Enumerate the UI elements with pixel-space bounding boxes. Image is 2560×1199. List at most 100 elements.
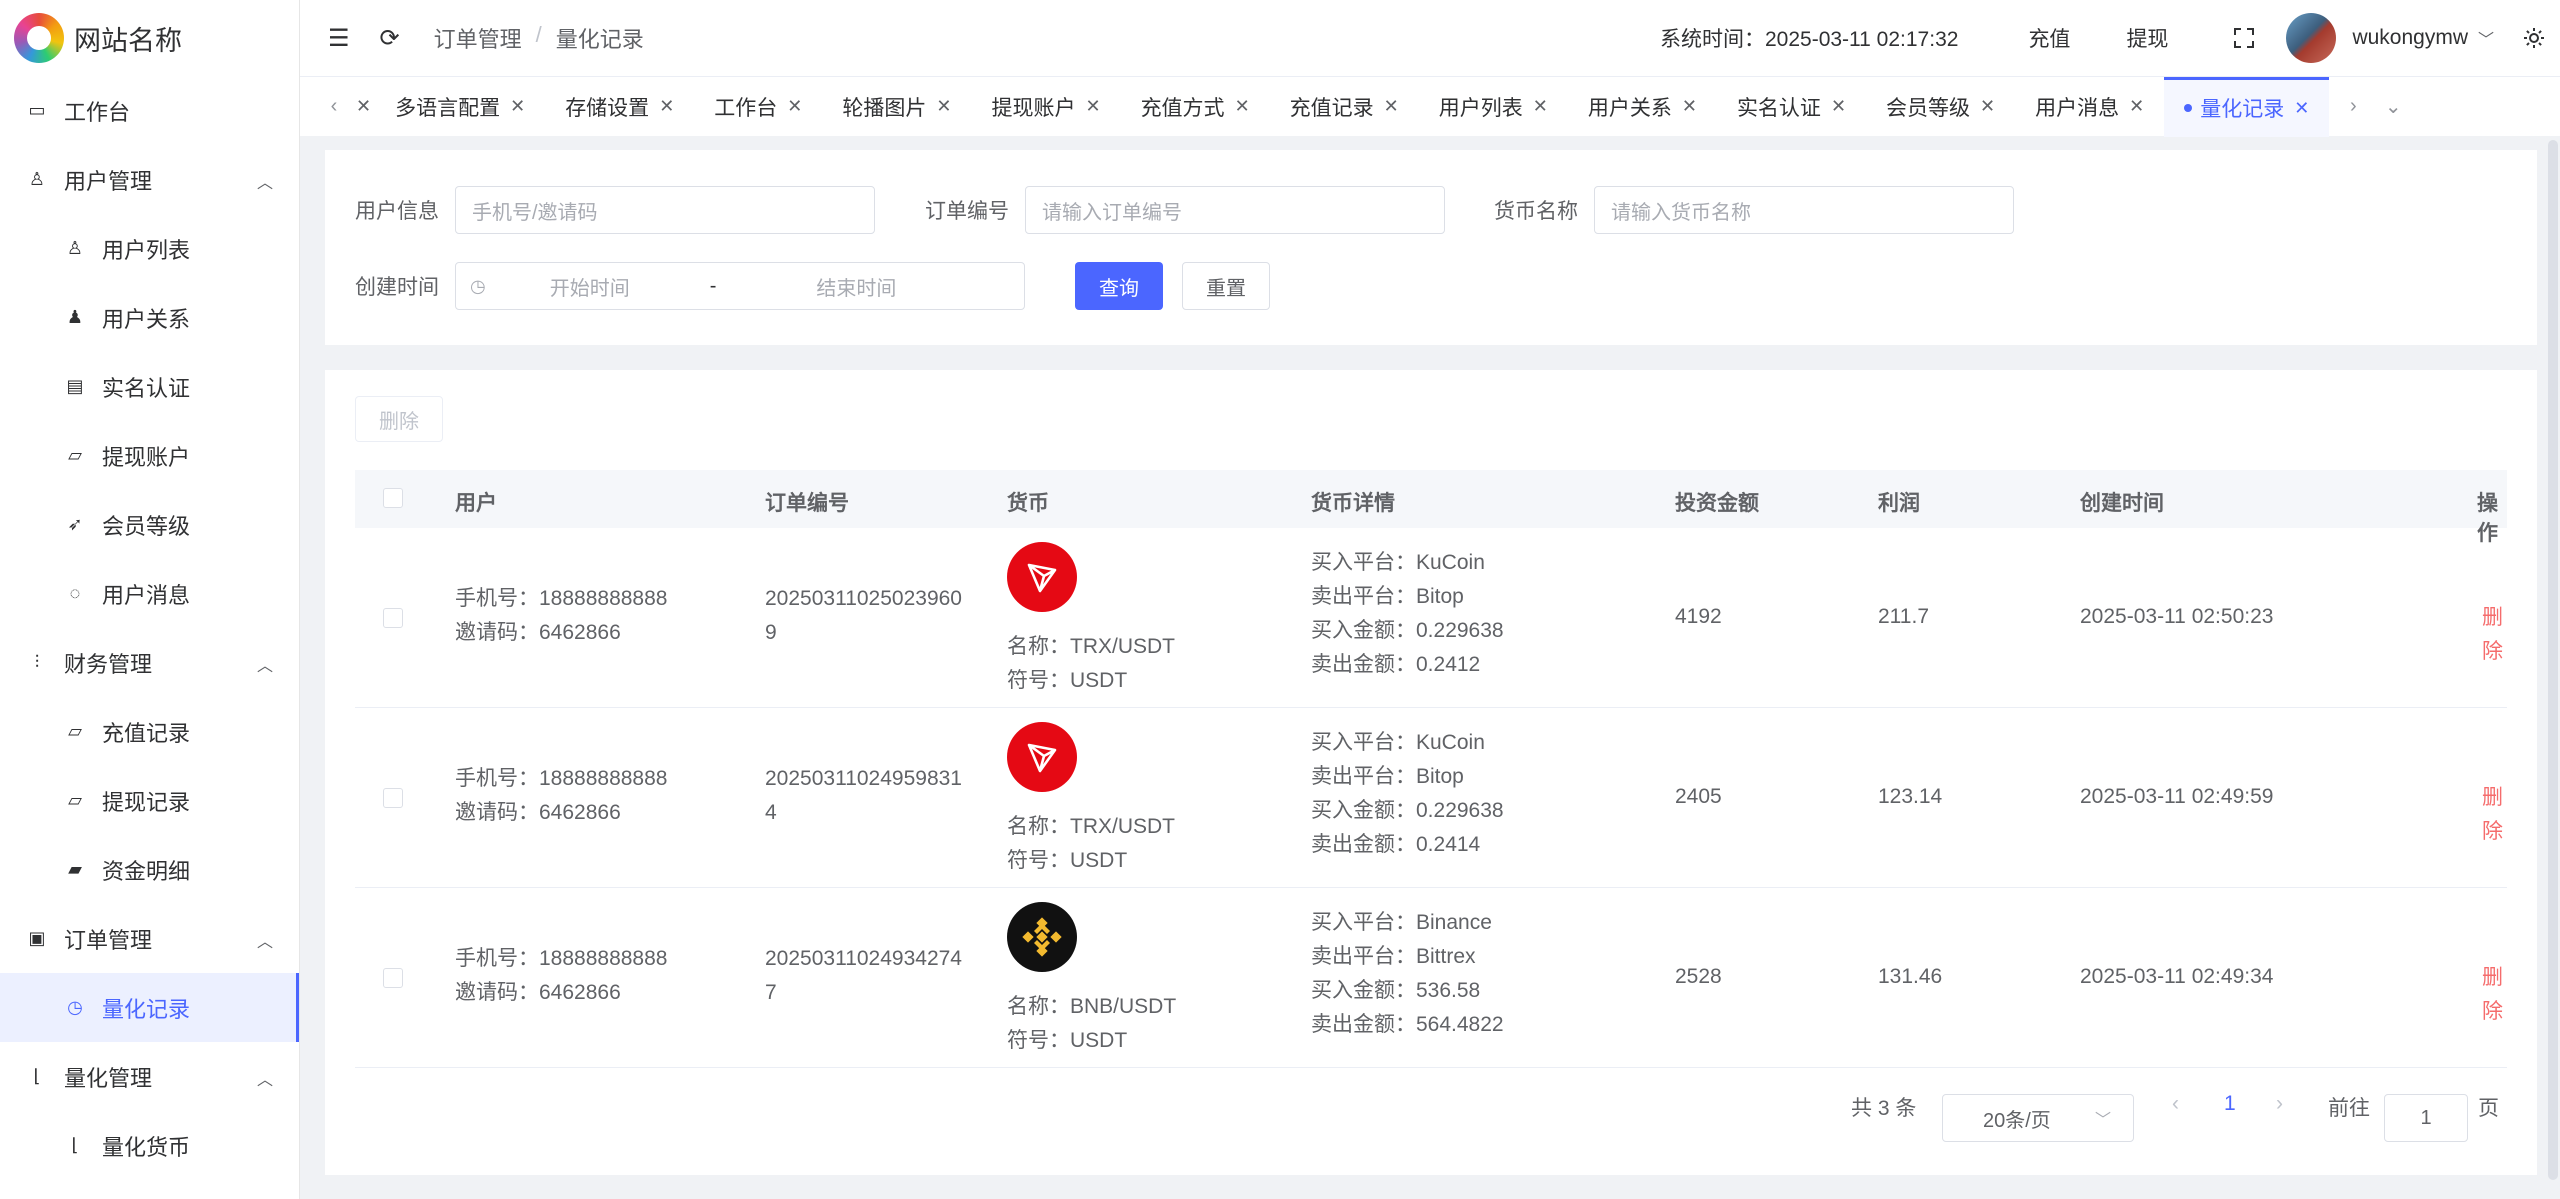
close-icon[interactable]: ✕ (936, 96, 951, 117)
end-time-placeholder[interactable]: 结束时间 (816, 272, 896, 301)
sidebar-item-15[interactable]: ⌊ 量化货币 (0, 1111, 299, 1180)
fullscreen-icon[interactable] (2232, 26, 2256, 50)
sidebar-item-label: 量化管理 (64, 1065, 153, 1091)
tab-5[interactable]: 充值方式 ✕ (1121, 77, 1270, 137)
batch-delete-button[interactable]: 删除 (355, 396, 443, 442)
sidebar-item-14[interactable]: ⌊ 量化管理 ︿ (0, 1042, 299, 1111)
sidebar-item-1[interactable]: ♙ 用户管理 ︿ (0, 145, 299, 214)
order-no-input[interactable]: 请输入订单编号 (1025, 186, 1445, 234)
folder-icon: ▱ (68, 445, 82, 465)
username[interactable]: wukongymw (2352, 26, 2468, 50)
chevron-up-icon: ︿ (256, 175, 273, 192)
delete-link[interactable]: 删除 (2482, 961, 2507, 1029)
close-icon[interactable]: ✕ (1085, 96, 1100, 117)
close-icon[interactable]: ✕ (659, 96, 674, 117)
sidebar-item-8[interactable]: ⫶ 财务管理 ︿ (0, 628, 299, 697)
sidebar-item-4[interactable]: ▤ 实名认证 (0, 352, 299, 421)
tab-label: 充值方式 (1140, 96, 1225, 120)
current-page[interactable]: 1 (2224, 1092, 2236, 1116)
start-time-placeholder[interactable]: 开始时间 (550, 272, 630, 301)
close-icon[interactable]: ✕ (510, 96, 525, 117)
tab-0[interactable]: 多语言配置 ✕ (375, 77, 545, 137)
row-checkbox[interactable] (383, 968, 403, 988)
collapse-menu-icon[interactable]: ☰ (328, 24, 350, 53)
breadcrumb-item-order[interactable]: 订单管理 (434, 22, 522, 54)
page-size-select[interactable]: 20条/页 ﹀ (1942, 1094, 2134, 1142)
next-page-icon[interactable]: › (2276, 1092, 2283, 1116)
table-row: 手机号：18888888888 邀请码：6462866 20250311024934… (355, 888, 2507, 1068)
tab-bar: ‹ ✕ 多语言配置 ✕ 存储设置 ✕ 工作台 ✕ 轮播图片 ✕ 提现账户 ✕ 充值方式 ✕ 充值记录 ✕ 用… (300, 76, 2560, 137)
gear-icon[interactable] (2522, 26, 2546, 50)
close-icon[interactable]: ✕ (1235, 96, 1250, 117)
sidebar-item-6[interactable]: ➶ 会员等级 (0, 490, 299, 559)
tab-9[interactable]: 实名认证 ✕ (1717, 77, 1866, 137)
tab-12[interactable]: 量化记录 ✕ (2164, 76, 2330, 137)
sidebar-item-12[interactable]: ▣ 订单管理 ︿ (0, 904, 299, 973)
delete-link[interactable]: 删除 (2482, 781, 2507, 849)
user-invite-code: 邀请码：6462866 (455, 621, 621, 644)
close-icon[interactable]: ✕ (1831, 96, 1846, 117)
sidebar-item-label: 量化记录 (102, 996, 191, 1022)
sidebar-item-label: 工作台 (64, 99, 131, 125)
buy-amount: 买入金额：536.58 (1311, 979, 1481, 1002)
close-icon[interactable]: ✕ (1980, 96, 1995, 117)
close-icon[interactable]: ✕ (1533, 96, 1548, 117)
sidebar-item-label: 资金明细 (102, 858, 191, 884)
tab-menu-chevron-icon[interactable]: ⌄ (2373, 94, 2413, 119)
date-range-picker[interactable]: ◷ 开始时间 - 结束时间 (455, 262, 1025, 310)
close-icon[interactable]: ✕ (2294, 98, 2309, 119)
row-checkbox[interactable] (383, 608, 403, 628)
wallet-icon: ▰ (68, 859, 82, 879)
user-info-input[interactable]: 手机号/邀请码 (455, 186, 875, 234)
sidebar-item-11[interactable]: ▰ 资金明细 (0, 835, 299, 904)
sidebar-item-9[interactable]: ▱ 充值记录 (0, 697, 299, 766)
tab-11[interactable]: 用户消息 ✕ (2015, 77, 2164, 137)
sidebar-item-label: 用户关系 (102, 306, 191, 332)
close-icon[interactable]: ✕ (1682, 96, 1697, 117)
close-icon[interactable]: ✕ (1384, 96, 1399, 117)
sidebar-item-5[interactable]: ▱ 提现账户 (0, 421, 299, 490)
tab-8[interactable]: 用户关系 ✕ (1568, 77, 1717, 137)
rocket-icon: ➶ (67, 514, 83, 534)
reset-button[interactable]: 重置 (1182, 262, 1270, 310)
select-all-checkbox[interactable] (383, 488, 403, 508)
tab-scroll-right-icon[interactable]: › (2333, 95, 2373, 118)
sidebar-item-0[interactable]: ▭ 工作台 (0, 76, 299, 145)
tab-4[interactable]: 提现账户 ✕ (971, 77, 1120, 137)
sidebar-item-13[interactable]: ◷ 量化记录 (0, 973, 299, 1042)
sidebar-item-3[interactable]: ♟ 用户关系 (0, 283, 299, 352)
tab-6[interactable]: 充值记录 ✕ (1270, 77, 1419, 137)
tab-3[interactable]: 轮播图片 ✕ (822, 77, 971, 137)
tab-1[interactable]: 存储设置 ✕ (545, 77, 694, 137)
query-button[interactable]: 查询 (1075, 262, 1163, 310)
sidebar-item-2[interactable]: ♙ 用户列表 (0, 214, 299, 283)
tab-2[interactable]: 工作台 ✕ (694, 77, 822, 137)
close-icon[interactable]: ✕ (2129, 96, 2144, 117)
sidebar-item-7[interactable]: ◌ 用户消息 (0, 559, 299, 628)
goto-page-input[interactable]: 1 (2384, 1094, 2468, 1142)
delete-link[interactable]: 删除 (2482, 601, 2507, 669)
tab-label: 实名认证 (1736, 96, 1821, 120)
chevron-down-icon[interactable]: ﹀ (2478, 26, 2494, 50)
avatar[interactable] (2286, 13, 2337, 63)
refresh-icon[interactable]: ⟳ (380, 24, 400, 53)
tab-scroll-left-icon[interactable]: ‹ (314, 95, 354, 118)
coin-symbol: 符号：USDT (1007, 669, 1128, 692)
sidebar-item-10[interactable]: ▱ 提现记录 (0, 766, 299, 835)
row-checkbox[interactable] (383, 788, 403, 808)
prev-page-icon[interactable]: ‹ (2172, 1092, 2179, 1116)
logo[interactable]: 网站名称 (0, 0, 299, 76)
logo-icon (14, 13, 64, 63)
close-icon[interactable]: ✕ (787, 96, 802, 117)
tab-10[interactable]: 会员等级 ✕ (1866, 77, 2015, 137)
sidebar-item-label: 用户列表 (102, 237, 191, 263)
sidebar-item-label: 用户消息 (102, 582, 191, 608)
user-info-label: 用户信息 (355, 200, 439, 223)
close-icon[interactable]: ✕ (356, 96, 371, 117)
recharge-link[interactable]: 充值 (2028, 23, 2070, 53)
vertical-scrollbar[interactable] (2548, 140, 2558, 1180)
user-info-placeholder: 手机号/邀请码 (472, 201, 598, 224)
withdraw-link[interactable]: 提现 (2126, 23, 2168, 53)
tab-7[interactable]: 用户列表 ✕ (1419, 77, 1568, 137)
coin-name-input[interactable]: 请输入货币名称 (1594, 186, 2014, 234)
